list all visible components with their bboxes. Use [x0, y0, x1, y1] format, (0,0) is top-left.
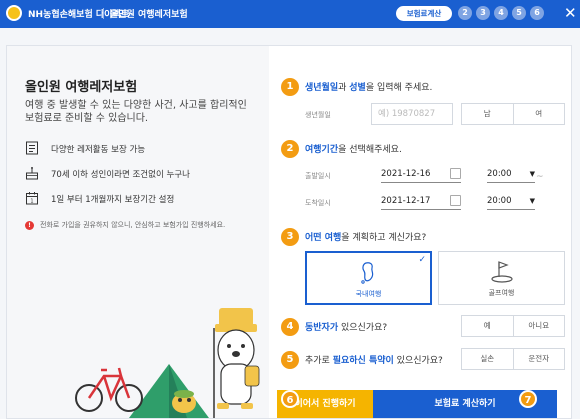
divider [103, 8, 104, 19]
option-golf-travel[interactable]: 골프여행 [438, 251, 565, 305]
main-card: 올인원 여행레저보험 여행 중 발생할 수 있는 다양한 사건, 사고를 합리적… [6, 45, 572, 419]
question-companion: 동반자가 있으신가요? [305, 323, 388, 333]
feature-text: 다양한 레저활동 보장 가능 [51, 145, 146, 155]
companion-toggle: 예 아니요 [461, 315, 565, 337]
phone-notice: ! 전화로 가입을 권유하지 않으니, 안심하고 보험가입 진행하세요. [25, 220, 225, 230]
arrive-label: 도착일시 [305, 199, 331, 207]
arrive-date-field[interactable]: 2021-12-17 [381, 192, 461, 210]
calendar-icon[interactable] [450, 195, 461, 206]
gender-male-button[interactable]: 남 [462, 104, 513, 124]
step-3-indicator[interactable]: 3 [476, 6, 490, 20]
gender-toggle: 남 여 [461, 103, 565, 125]
intro-panel: 올인원 여행레저보험 여행 중 발생할 수 있는 다양한 사건, 사고를 합리적… [7, 46, 269, 418]
gender-female-button[interactable]: 여 [512, 104, 565, 124]
step-number-6: 6 [281, 390, 299, 408]
companion-no-button[interactable]: 아니요 [512, 316, 565, 336]
golf-icon [490, 261, 513, 283]
step-5-indicator[interactable]: 5 [512, 6, 526, 20]
travel-illustration [75, 308, 260, 418]
step-1-calc-pill[interactable]: 보험료계산 [396, 6, 452, 21]
nh-logo-icon [6, 5, 22, 21]
question-travel-period: 여행기간을 선택해주세요. [305, 145, 402, 155]
step-4-indicator[interactable]: 4 [494, 6, 508, 20]
feature-item: 70세 이하 성인이라면 조건없이 누구나 [25, 166, 265, 182]
arrive-time-select[interactable]: 20:00 ▼ [487, 192, 535, 210]
notice-text: 전화로 가입을 권유하지 않으니, 안심하고 보험가입 진행하세요. [40, 221, 226, 229]
step-number-4: 4 [281, 318, 299, 336]
close-icon[interactable]: ✕ [564, 3, 577, 23]
option-label: 국내여행 [355, 290, 382, 298]
top-bar: NH농협손해보험 다이렉트 올인원 여행레저보험 보험료계산 2 3 4 5 6… [0, 0, 580, 28]
calendar-icon: 1 [26, 192, 38, 205]
option-label: 골프여행 [488, 289, 515, 297]
term-driver-button[interactable]: 운전자 [512, 349, 565, 369]
question-travel-type: 어떤 여행을 계획하고 계신가요? [305, 233, 427, 243]
question-special-terms: 추가로 필요하신 특약이 있으신가요? [305, 356, 443, 366]
feature-item: 다양한 레저활동 보장 가능 [25, 141, 265, 157]
feature-item: 1 1일 부터 1개월까지 보장기간 설정 [25, 191, 265, 207]
product-title: 올인원 여행레저보험 [110, 10, 188, 20]
chevron-down-icon: ▼ [529, 197, 535, 205]
depart-label: 출발일시 [305, 172, 331, 180]
intro-description: 여행 중 발생할 수 있는 다양한 사건, 사고를 합리적인 보험료로 준비할 … [25, 100, 247, 124]
range-separator: ~ [536, 172, 544, 182]
birthdate-input[interactable]: 예) 19870827 [371, 103, 453, 125]
cake-icon [26, 167, 38, 180]
term-medical-button[interactable]: 실손 [462, 349, 513, 369]
alert-icon: ! [25, 221, 34, 230]
intro-title: 올인원 여행레저보험 [25, 80, 138, 95]
step-6-indicator[interactable]: 6 [530, 6, 544, 20]
calendar-icon[interactable] [450, 168, 461, 179]
step-number-5: 5 [281, 351, 299, 369]
option-domestic-travel[interactable]: ✓ 국내여행 [305, 251, 432, 305]
companion-yes-button[interactable]: 예 [462, 316, 513, 336]
step-2-indicator[interactable]: 2 [458, 6, 472, 20]
depart-date-field[interactable]: 2021-12-16 [381, 165, 461, 183]
step-number-2: 2 [281, 140, 299, 158]
step-number-3: 3 [281, 228, 299, 246]
checklist-icon [26, 141, 38, 155]
feature-text: 1일 부터 1개월까지 보장기간 설정 [51, 195, 175, 205]
step-number-7: 7 [519, 390, 537, 408]
korea-map-icon [360, 262, 373, 284]
check-icon: ✓ [418, 255, 426, 265]
birthdate-label: 생년월일 [305, 111, 331, 119]
depart-time-select[interactable]: 20:00 ▼ [487, 165, 535, 183]
form-panel: 1 생년월일과 성별을 입력해 주세요. 생년월일 예) 19870827 남 … [269, 46, 573, 418]
question-birth-gender: 생년월일과 성별을 입력해 주세요. [305, 83, 433, 93]
special-terms-toggle: 실손 운전자 [461, 348, 565, 370]
feature-text: 70세 이하 성인이라면 조건없이 누구나 [51, 170, 190, 180]
svg-text:1: 1 [30, 199, 33, 205]
step-number-1: 1 [281, 78, 299, 96]
chevron-down-icon: ▼ [529, 170, 535, 178]
